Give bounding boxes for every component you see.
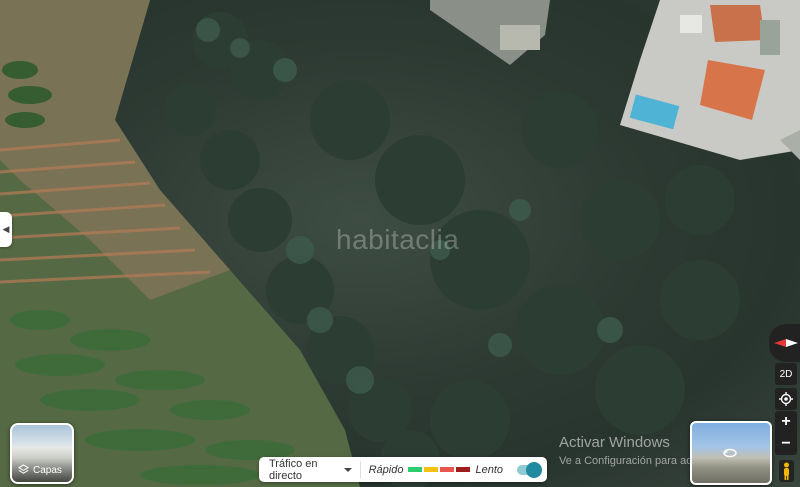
windows-activation-title: Activar Windows (559, 434, 670, 451)
view-mode-2d-button[interactable]: 2D (775, 363, 797, 385)
my-location-button[interactable] (775, 388, 797, 410)
chevron-left-icon: ◀ (2, 224, 10, 234)
collapse-side-panel-button[interactable]: ◀ (0, 212, 12, 247)
habitaclia-watermark: habitaclia (336, 224, 460, 255)
legend-swatch-fast (408, 467, 423, 472)
zoom-controls: + − (775, 411, 797, 455)
layers-label: Capas (33, 465, 62, 476)
toggle-knob (526, 461, 542, 478)
street-view-preview[interactable] (690, 421, 772, 485)
legend-swatch-very-slow (456, 467, 471, 472)
live-traffic-toggle[interactable] (517, 461, 542, 478)
layers-button[interactable]: Capas (10, 423, 74, 484)
traffic-legend: Rápido Lento (361, 461, 547, 478)
legend-swatch-moderate (424, 467, 439, 472)
legend-swatch-slow (440, 467, 455, 472)
caret-down-icon (343, 467, 352, 472)
legend-slow-label: Lento (475, 463, 503, 476)
compass-button[interactable] (769, 324, 800, 362)
pegman-icon (784, 462, 789, 480)
rotate-360-icon (723, 448, 737, 458)
legend-fast-label: Rápido (368, 463, 404, 476)
zoom-out-button[interactable]: − (775, 433, 797, 455)
live-traffic-label: Tráfico en directo (269, 457, 318, 482)
zoom-in-button[interactable]: + (775, 411, 797, 433)
live-traffic-bar: Tráfico en directo Rápido Lento (259, 457, 547, 482)
compass-icon (774, 339, 798, 347)
pegman-button[interactable] (779, 460, 794, 482)
satellite-map[interactable]: habitaclia Activar Windows Ve a Configur… (0, 0, 800, 487)
crosshair-icon (779, 392, 793, 406)
layers-icon (18, 464, 29, 474)
live-traffic-menu[interactable]: Tráfico en directo (259, 457, 360, 482)
